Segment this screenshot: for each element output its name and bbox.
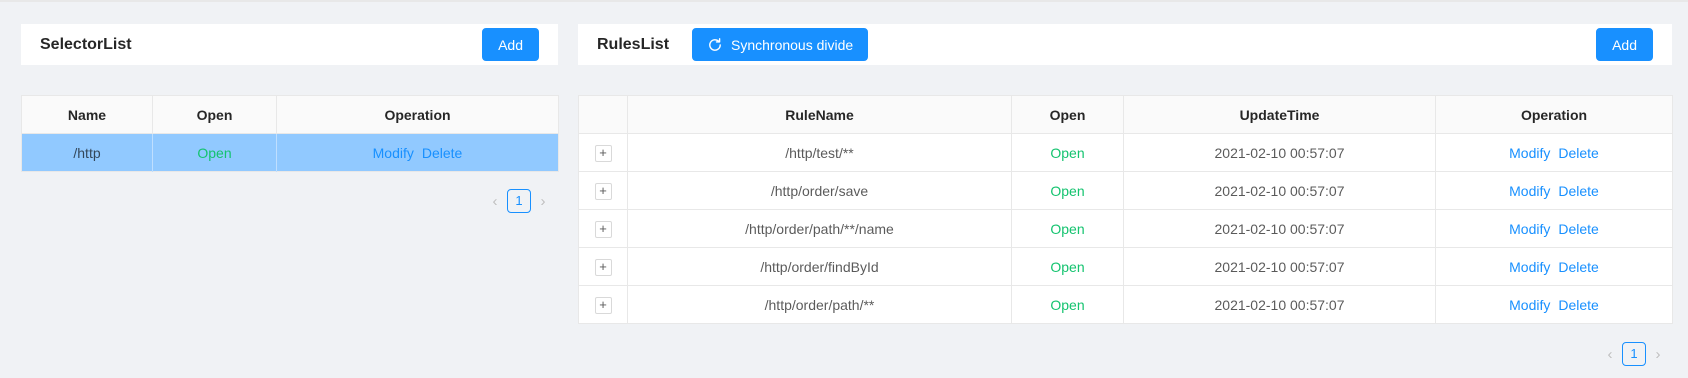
modify-link[interactable]: Modify xyxy=(1509,145,1550,161)
expand-cell: + xyxy=(578,247,628,286)
selector-pagination: ‹ 1 › xyxy=(483,189,555,213)
chevron-right-icon[interactable]: › xyxy=(531,193,555,210)
selector-list-title: SelectorList xyxy=(40,35,132,53)
rule-update-time: 2021-02-10 00:57:07 xyxy=(1123,171,1436,210)
column-header-operation: Operation xyxy=(276,95,559,134)
rule-operations: Modify Delete xyxy=(1436,286,1673,324)
expand-cell: + xyxy=(578,133,628,172)
column-header-update-time: UpdateTime xyxy=(1123,95,1436,134)
selector-name: /http xyxy=(21,133,153,172)
chevron-left-icon[interactable]: ‹ xyxy=(1598,346,1622,363)
modify-link[interactable]: Modify xyxy=(1509,221,1550,237)
rule-update-time: 2021-02-10 00:57:07 xyxy=(1123,247,1436,286)
expand-cell: + xyxy=(578,285,628,324)
delete-link[interactable]: Delete xyxy=(1558,297,1598,313)
rule-row: + /http/order/save Open 2021-02-10 00:57… xyxy=(578,171,1673,210)
column-header-name: Name xyxy=(21,95,153,134)
modify-link[interactable]: Modify xyxy=(1509,259,1550,275)
add-rule-button[interactable]: Add xyxy=(1596,28,1653,61)
column-header-operation: Operation xyxy=(1435,95,1673,134)
rule-update-time: 2021-02-10 00:57:07 xyxy=(1123,133,1436,172)
rule-name: /http/order/findById xyxy=(627,247,1012,286)
rule-row: + /http/order/path/** Open 2021-02-10 00… xyxy=(578,285,1673,324)
column-header-rule-name: RuleName xyxy=(627,95,1012,134)
rule-operations: Modify Delete xyxy=(1435,247,1673,286)
rule-row: + /http/test/** Open 2021-02-10 00:57:07… xyxy=(578,133,1673,172)
rule-operations: Modify Delete xyxy=(1435,133,1673,172)
delete-link[interactable]: Delete xyxy=(1558,145,1598,161)
delete-link[interactable]: Delete xyxy=(422,145,462,161)
rules-list-title: RulesList xyxy=(597,35,670,53)
column-header-open: Open xyxy=(1011,95,1124,134)
expand-cell: + xyxy=(578,171,628,210)
rule-row: + /http/order/path/**/name Open 2021-02-… xyxy=(578,209,1673,248)
rule-status: Open xyxy=(1011,171,1124,210)
rule-name: /http/order/path/** xyxy=(627,285,1012,324)
selector-operations: Modify Delete xyxy=(276,133,559,172)
synchronous-divide-button[interactable]: Synchronous divide xyxy=(692,28,869,61)
delete-link[interactable]: Delete xyxy=(1558,221,1598,237)
expand-row-button[interactable]: + xyxy=(594,258,612,276)
selector-row[interactable]: /http Open Modify Delete xyxy=(21,133,559,172)
modify-link[interactable]: Modify xyxy=(1509,183,1550,199)
rules-pagination: ‹ 1 › xyxy=(1598,342,1670,366)
sync-icon xyxy=(709,37,721,51)
selector-table: Name Open Operation /http Open Modify Del… xyxy=(21,95,559,172)
rule-status: Open xyxy=(1011,209,1124,248)
selector-table-header: Name Open Operation xyxy=(21,95,559,134)
selector-header: SelectorList Add xyxy=(21,24,558,65)
column-header-open: Open xyxy=(152,95,277,134)
top-divider xyxy=(0,0,1688,2)
rule-update-time: 2021-02-10 00:57:07 xyxy=(1123,285,1436,324)
expand-row-button[interactable]: + xyxy=(594,220,612,238)
rule-update-time: 2021-02-10 00:57:07 xyxy=(1123,209,1436,248)
delete-link[interactable]: Delete xyxy=(1558,259,1598,275)
selector-panel: SelectorList Add Name Open Operation /ht… xyxy=(21,24,559,213)
rule-name: /http/order/path/**/name xyxy=(627,209,1012,248)
page-item-current[interactable]: 1 xyxy=(1622,342,1646,366)
chevron-right-icon[interactable]: › xyxy=(1646,346,1670,363)
expand-cell: + xyxy=(578,209,628,248)
rule-operations: Modify Delete xyxy=(1435,209,1673,248)
rule-row: + /http/order/findById Open 2021-02-10 0… xyxy=(578,247,1673,286)
modify-link[interactable]: Modify xyxy=(1509,297,1550,313)
sync-button-label: Synchronous divide xyxy=(731,36,854,53)
selector-status: Open xyxy=(152,133,277,172)
rule-status: Open xyxy=(1011,285,1124,324)
rule-status: Open xyxy=(1011,247,1124,286)
rules-table: RuleName Open UpdateTime Operation + /ht… xyxy=(578,95,1673,324)
rules-panel: RulesList Synchronous divide Add RuleNam… xyxy=(578,24,1673,366)
rule-operations: Modify Delete xyxy=(1435,171,1673,210)
modify-link[interactable]: Modify xyxy=(373,145,414,161)
delete-link[interactable]: Delete xyxy=(1558,183,1598,199)
add-selector-button[interactable]: Add xyxy=(482,28,539,61)
expand-row-button[interactable]: + xyxy=(594,296,612,314)
column-header-expand xyxy=(578,95,628,134)
rule-status: Open xyxy=(1011,133,1124,172)
expand-row-button[interactable]: + xyxy=(594,144,612,162)
page-item-current[interactable]: 1 xyxy=(507,189,531,213)
chevron-left-icon[interactable]: ‹ xyxy=(483,193,507,210)
rules-table-header: RuleName Open UpdateTime Operation xyxy=(578,95,1673,134)
rule-name: /http/test/** xyxy=(627,133,1012,172)
rules-header: RulesList Synchronous divide Add xyxy=(578,24,1672,65)
expand-row-button[interactable]: + xyxy=(594,182,612,200)
rule-name: /http/order/save xyxy=(627,171,1012,210)
